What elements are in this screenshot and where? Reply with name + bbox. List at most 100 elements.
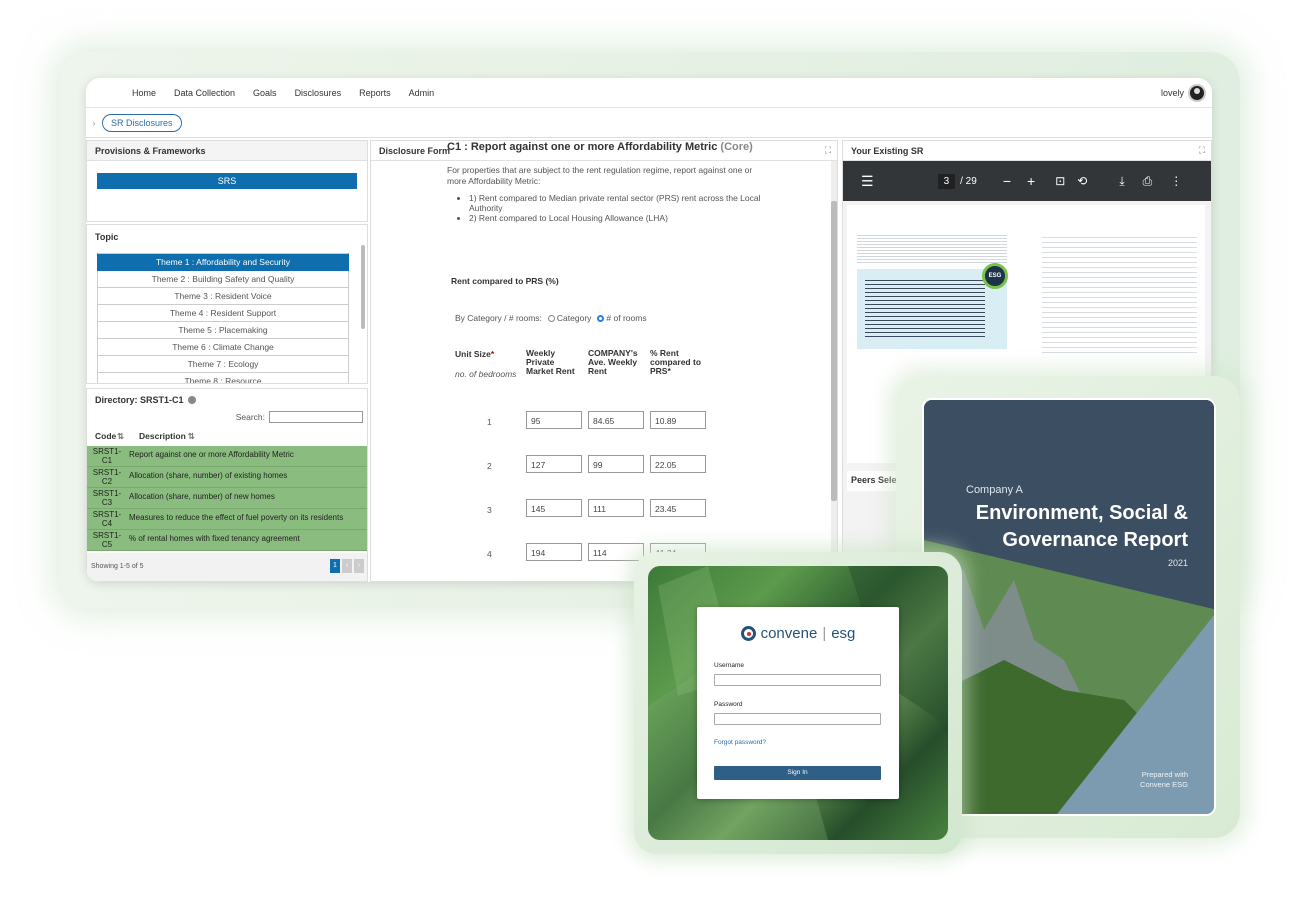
report-year: 2021 [1167, 558, 1188, 568]
market-rent-input[interactable]: 194 [526, 543, 582, 561]
col-description[interactable]: Description [139, 431, 186, 442]
radio-rooms[interactable]: # of rooms [597, 313, 647, 323]
more-icon[interactable]: ⋮ [1170, 174, 1182, 188]
theme-item[interactable]: Theme 8 : Resource [97, 373, 349, 383]
breadcrumb-sr-disclosures[interactable]: SR Disclosures [102, 113, 182, 132]
chevron-right-icon[interactable]: › [86, 118, 102, 128]
col-unit-size: Unit Size* [455, 349, 495, 359]
pagination: 1 ‹ › [330, 559, 364, 573]
prev-page-icon[interactable]: ‹ [342, 559, 352, 573]
directory-header-row: Code ⇅ Description ⇅ [87, 423, 367, 446]
nav-home[interactable]: Home [132, 88, 156, 98]
metric-item: 2) Rent compared to Local Housing Allowa… [469, 213, 787, 223]
theme-item[interactable]: Theme 3 : Resident Voice [97, 288, 349, 305]
nav-goals[interactable]: Goals [253, 88, 277, 98]
row-code: SRST1-C1 [92, 447, 122, 465]
rotate-icon[interactable]: ⟲ [1077, 174, 1087, 188]
nav-data-collection[interactable]: Data Collection [174, 88, 235, 98]
forgot-password-link[interactable]: Forgot password? [714, 739, 766, 746]
topic-panel: Topic Theme 1 : Affordability and Securi… [86, 224, 368, 384]
col-pct-rent: % Rent compared to PRS* [650, 348, 702, 376]
esg-report-cover: Company A Environment, Social & Governan… [922, 398, 1216, 816]
pct-rent-input[interactable]: 10.89 [650, 411, 706, 429]
nav-admin[interactable]: Admin [409, 88, 435, 98]
theme-item[interactable]: Theme 2 : Building Safety and Quality [97, 271, 349, 288]
theme-item[interactable]: Theme 5 : Placemaking [97, 322, 349, 339]
form-scrollbar[interactable] [831, 201, 837, 501]
directory-footer: Showing 1-5 of 5 1 ‹ › [87, 553, 367, 581]
row-desc: Report against one or more Affordability… [129, 450, 294, 459]
topic-scrollbar[interactable] [361, 245, 365, 329]
market-rent-input[interactable]: 127 [526, 455, 582, 473]
sort-icon[interactable]: ⇅ [117, 431, 139, 442]
table-row[interactable]: SRST1-C5 % of rental homes with fixed ten… [87, 530, 367, 551]
radio-category[interactable]: Category [547, 313, 591, 323]
download-icon[interactable]: ⤓ [1119, 174, 1124, 189]
col-unit-sub: no. of bedrooms [455, 369, 517, 379]
search-input[interactable] [269, 411, 363, 423]
unit-size-value: 2 [487, 461, 492, 471]
company-rent-input[interactable]: 84.65 [588, 411, 644, 429]
theme-item[interactable]: Theme 1 : Affordability and Security [97, 253, 349, 271]
market-rent-input[interactable]: 145 [526, 499, 582, 517]
theme-item[interactable]: Theme 4 : Resident Support [97, 305, 349, 322]
page-input[interactable]: 3 [937, 173, 956, 189]
col-code[interactable]: Code [95, 431, 117, 442]
topic-title: Topic [87, 225, 367, 245]
company-rent-input[interactable]: 99 [588, 455, 644, 473]
theme-item[interactable]: Theme 7 : Ecology [97, 356, 349, 373]
quote-text [865, 277, 985, 337]
zoom-in-icon[interactable]: + [1027, 173, 1035, 189]
nav-reports[interactable]: Reports [359, 88, 391, 98]
top-nav: Home Data Collection Goals Disclosures R… [86, 78, 1212, 108]
market-rent-input[interactable]: 95 [526, 411, 582, 429]
disclosure-heading: C1 : Report against one or more Affordab… [447, 141, 753, 153]
prepared-with: Prepared with Convene ESG [1140, 770, 1188, 789]
table-row[interactable]: SRST1-C1 Report against one or more Affor… [87, 446, 367, 467]
username-input[interactable] [714, 674, 881, 686]
print-icon[interactable]: ⎙ [1143, 174, 1153, 189]
unit-size-value: 1 [487, 417, 492, 427]
avatar-icon[interactable] [1188, 83, 1206, 102]
convene-logo-icon [740, 626, 756, 641]
existing-panel-header: Your Existing SR ⛶ [843, 141, 1211, 161]
company-rent-input[interactable]: 114 [588, 543, 644, 561]
nav-disclosures[interactable]: Disclosures [295, 88, 342, 98]
provisions-panel: Provisions & Frameworks SRS [86, 140, 368, 222]
metric-list: 1) Rent compared to Median private renta… [469, 193, 787, 223]
form-title: Disclosure Form [379, 146, 451, 156]
directory-title: Directory: SRST1-C1 [95, 395, 184, 405]
menu-icon[interactable]: ☰ [861, 173, 874, 190]
fit-page-icon[interactable]: ⊡ [1055, 174, 1065, 188]
by-label: By Category / # rooms: [455, 313, 542, 323]
showing-count: Showing 1-5 of 5 [91, 563, 144, 570]
username-label: Username [714, 662, 744, 669]
report-title: Environment, Social & Governance Report [975, 502, 1188, 551]
table-row[interactable]: SRST1-C4 Measures to reduce the effect of… [87, 509, 367, 530]
company-rent-input[interactable]: 111 [588, 499, 644, 517]
col-market-rent: Weekly Private Market Rent [526, 348, 575, 376]
sign-in-button[interactable]: Sign In [714, 766, 881, 780]
row-code: SRST1-C3 [92, 489, 122, 507]
framework-srs[interactable]: SRS [97, 173, 357, 189]
page-text-block [857, 233, 1007, 263]
table-row[interactable]: SRST1-C3 Allocation (share, number) of ne… [87, 488, 367, 509]
by-category-row: By Category / # rooms: Category # of roo… [455, 313, 647, 323]
pct-rent-input[interactable]: 23.45 [650, 499, 706, 517]
table-row[interactable]: SRST1-C2 Allocation (share, number) of ex… [87, 467, 367, 488]
zoom-out-icon[interactable]: − [1003, 173, 1011, 189]
disclosure-intro: For properties that are subject to the r… [447, 165, 753, 186]
expand-icon[interactable]: ⛶ [825, 145, 831, 156]
password-input[interactable] [714, 713, 881, 725]
expand-icon[interactable]: ⛶ [1199, 145, 1205, 156]
sort-icon[interactable]: ⇅ [188, 431, 195, 442]
metric-item: 1) Rent compared to Median private renta… [469, 193, 787, 213]
theme-item[interactable]: Theme 6 : Climate Change [97, 339, 349, 356]
next-page-icon[interactable]: › [354, 559, 364, 573]
pct-rent-input[interactable]: 22.05 [650, 455, 706, 473]
user-menu[interactable]: lovely [1161, 83, 1206, 102]
directory-panel: Directory: SRST1-C1 Search: Code ⇅ Descri… [86, 388, 368, 582]
col-company-rent: COMPANY's Ave. Weekly Rent [588, 348, 638, 376]
page-button[interactable]: 1 [330, 559, 340, 573]
radio-empty-icon [547, 314, 555, 322]
